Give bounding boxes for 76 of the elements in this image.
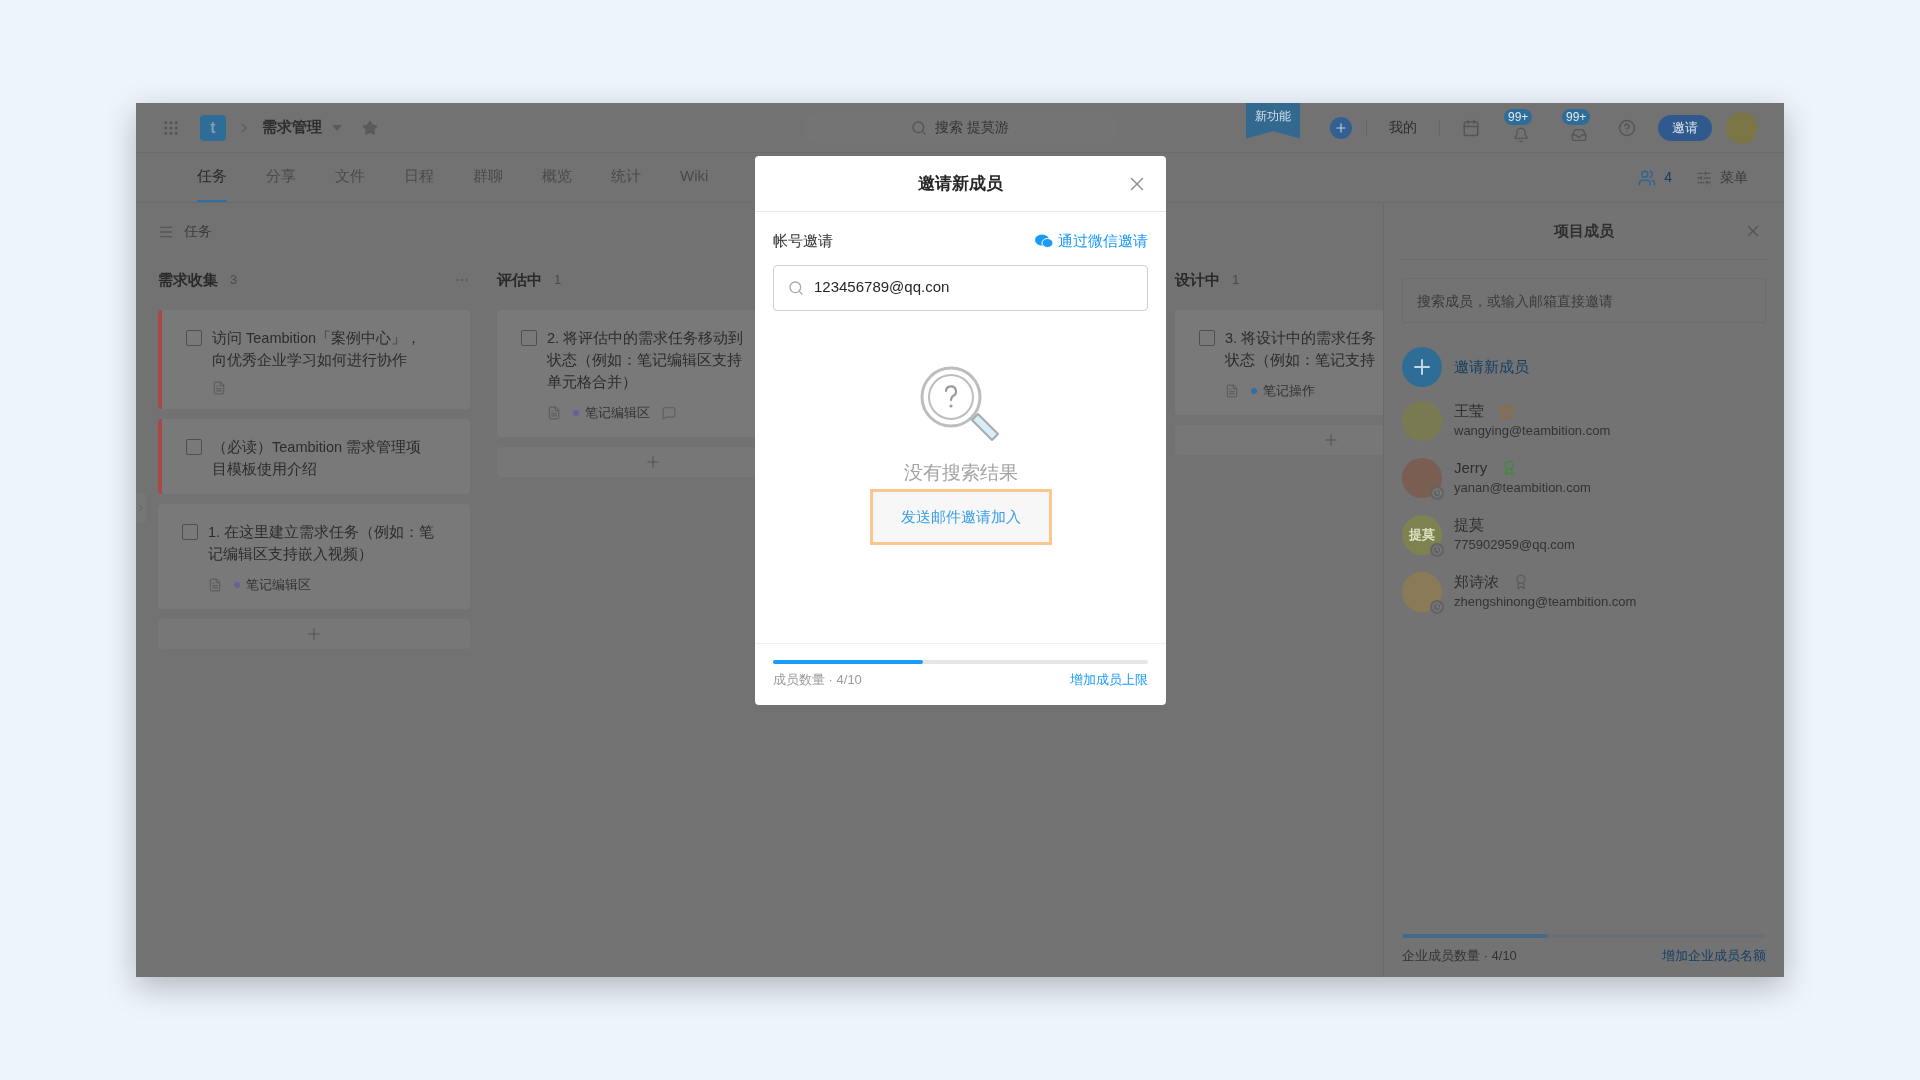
- member-name: Jerry: [1454, 458, 1488, 478]
- member-email: zhengshinong@teambition.com: [1454, 593, 1637, 611]
- task-title: 1. 在这里建立需求任务（例如：笔: [208, 523, 435, 542]
- increase-quota-link[interactable]: 增加企业成员名额: [1662, 945, 1766, 965]
- plus-icon: [1334, 120, 1348, 135]
- app-logo[interactable]: t: [200, 114, 226, 141]
- count-badge: 99+: [1562, 108, 1591, 125]
- project-name[interactable]: 需求管理: [262, 116, 322, 139]
- member-avatar: 提莫: [1402, 515, 1442, 555]
- member-search-field[interactable]: 搜索成员，或输入邮箱直接邀请: [1402, 278, 1766, 323]
- task-card[interactable]: 访问 Teambition「案例中心」， 向优秀企业学习如何进行协作: [158, 310, 470, 409]
- task-title: 2. 将评估中的需求任务移动到: [547, 329, 744, 348]
- task-title: 3. 将设计中的需求任务: [1225, 329, 1377, 348]
- apps-grid-icon[interactable]: [162, 118, 180, 137]
- wechat-invite-link[interactable]: 通过微信邀请: [1058, 230, 1148, 253]
- account-search-field[interactable]: 123456789@qq.con: [773, 264, 1148, 311]
- quota-label: 企业成员数量 · 4/10: [1402, 946, 1517, 965]
- dialog-title: 邀请新成员: [918, 172, 1003, 195]
- new-feature-ribbon[interactable]: 新功能: [1246, 102, 1300, 139]
- invite-button[interactable]: 邀请: [1658, 114, 1712, 141]
- quota-label: 成员数量 · 4/10: [773, 671, 862, 689]
- invite-member-link[interactable]: 邀请新成员: [1454, 355, 1529, 379]
- task-title: 单元格合并）: [547, 373, 638, 392]
- tag-label: 笔记操作: [1263, 382, 1315, 400]
- column-title: 设计中: [1175, 269, 1220, 290]
- star-icon[interactable]: [362, 119, 378, 136]
- task-title: 向优秀企业学习如何进行协作: [212, 351, 408, 370]
- task-checkbox[interactable]: [186, 330, 202, 346]
- task-checkbox[interactable]: [1199, 330, 1215, 346]
- members-icon[interactable]: [1638, 168, 1657, 187]
- member-email: 775902959@qq.com: [1454, 536, 1575, 554]
- search-icon: [788, 279, 804, 296]
- empty-result-text: 没有搜索结果: [903, 460, 1018, 485]
- members-count[interactable]: 4: [1664, 167, 1672, 188]
- count-badge: 99+: [1504, 108, 1533, 125]
- member-name: 提莫: [1454, 515, 1484, 535]
- filter-icon[interactable]: [1696, 169, 1712, 186]
- task-title: 状态（例如：笔记编辑区支持: [547, 351, 743, 370]
- nav-tab[interactable]: 任务: [197, 153, 227, 202]
- crown-icon: [1498, 403, 1514, 419]
- inbox-icon[interactable]: [1571, 126, 1587, 143]
- task-checkbox[interactable]: [182, 524, 198, 540]
- task-title: 状态（例如：笔记支持: [1225, 351, 1376, 370]
- task-title: 记编辑区支持嵌入视频）: [208, 545, 374, 564]
- add-button[interactable]: [1330, 116, 1352, 139]
- invite-plus-icon[interactable]: [1402, 347, 1442, 387]
- task-title: （必读）Teambition 需求管理项: [212, 438, 422, 457]
- help-icon[interactable]: [1618, 118, 1636, 137]
- task-card[interactable]: （必读）Teambition 需求管理项 目模板使用介绍: [158, 419, 470, 494]
- ribbon-icon: [1513, 574, 1529, 590]
- user-avatar[interactable]: [1726, 111, 1758, 144]
- caret-down-icon[interactable]: [332, 124, 342, 131]
- column-title: 评估中: [497, 269, 542, 290]
- tag-label: 笔记编辑区: [585, 404, 650, 422]
- increase-limit-link[interactable]: 增加成员上限: [1070, 670, 1148, 690]
- task-card[interactable]: 3. 将设计中的需求任务 状态（例如：笔记支持 笔记操作: [1175, 310, 1383, 415]
- calendar-icon[interactable]: [1462, 118, 1480, 137]
- task-card[interactable]: 1. 在这里建立需求任务（例如：笔 记编辑区支持嵌入视频） 笔记编辑区: [158, 504, 470, 609]
- task-title: 目模板使用介绍: [212, 460, 318, 479]
- section-label: 帐号邀请: [773, 231, 833, 251]
- member-email: yanan@teambition.com: [1454, 479, 1591, 497]
- send-email-invite-button[interactable]: 发送邮件邀请加入: [869, 489, 1052, 545]
- member-name: 郑诗浓: [1454, 572, 1499, 592]
- bell-icon[interactable]: [1513, 126, 1529, 143]
- member-name: 王莹: [1454, 401, 1484, 421]
- tag-label: 笔记编辑区: [246, 576, 311, 594]
- chat-bubbles-icon: [1035, 234, 1053, 249]
- panel-title: 项目成员: [1554, 220, 1614, 241]
- column-title: 需求收集: [158, 269, 218, 290]
- search-icon: [911, 119, 928, 136]
- member-email: wangying@teambition.com: [1454, 422, 1611, 440]
- task-checkbox[interactable]: [521, 330, 537, 346]
- collapse-handle[interactable]: [136, 493, 146, 523]
- task-title: 访问 Teambition「案例中心」，: [212, 329, 422, 348]
- mine-link[interactable]: 我的: [1381, 117, 1425, 138]
- task-checkbox[interactable]: [186, 439, 202, 455]
